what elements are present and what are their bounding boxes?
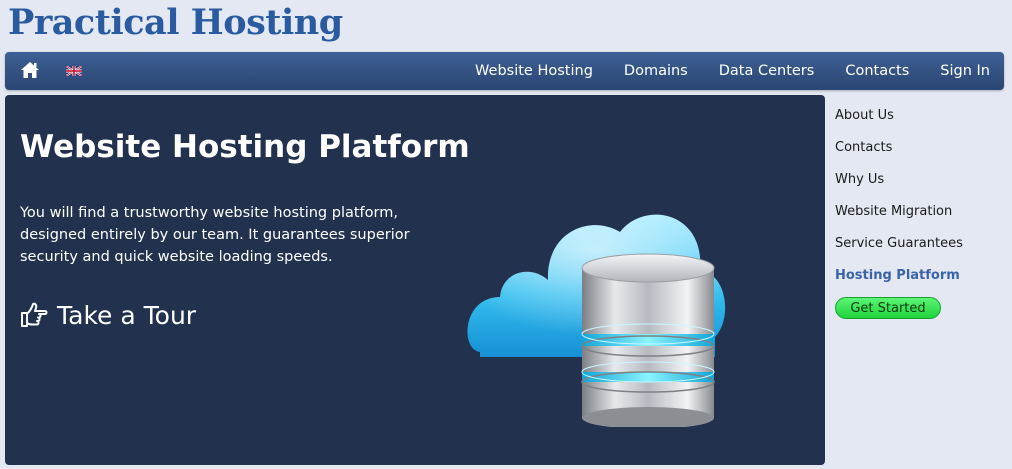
nav-website-hosting[interactable]: Website Hosting [475,63,593,79]
site-logo[interactable]: Practical Hosting [8,2,343,43]
hero-description: You will find a trustworthy website host… [20,205,410,265]
nav-contacts[interactable]: Contacts [845,63,909,79]
sidebar-item-website-migration[interactable]: Website Migration [835,200,1005,232]
server-stack [581,253,715,427]
sidebar-item-about-us[interactable]: About Us [835,104,1005,136]
sidebar-item-service-guarantees[interactable]: Service Guarantees [835,232,1005,264]
main-navbar: Website Hosting Domains Data Centers Con… [5,52,1004,90]
sidebar-menu: About Us Contacts Why Us Website Migrati… [835,104,1005,296]
nav-sign-in[interactable]: Sign In [940,63,990,79]
thumbs-up-pointing-icon [21,302,48,327]
nav-data-centers[interactable]: Data Centers [719,63,815,79]
hero-banner: Website Hosting Platform You will find a… [5,95,825,465]
uk-flag-icon[interactable] [66,66,82,76]
home-icon[interactable] [20,61,40,79]
sidebar-item-contacts[interactable]: Contacts [835,136,1005,168]
nav-links: Website Hosting Domains Data Centers Con… [444,52,990,90]
sidebar-item-hosting-platform[interactable]: Hosting Platform [835,264,1005,296]
get-started-button[interactable]: Get Started [835,297,941,319]
tour-label: Take a Tour [57,300,197,330]
cloud-server-illustration [467,214,726,427]
nav-domains[interactable]: Domains [624,63,688,79]
take-a-tour-link[interactable]: Take a Tour [20,297,196,333]
sidebar-item-why-us[interactable]: Why Us [835,168,1005,200]
hero-title: Website Hosting Platform [20,129,470,165]
